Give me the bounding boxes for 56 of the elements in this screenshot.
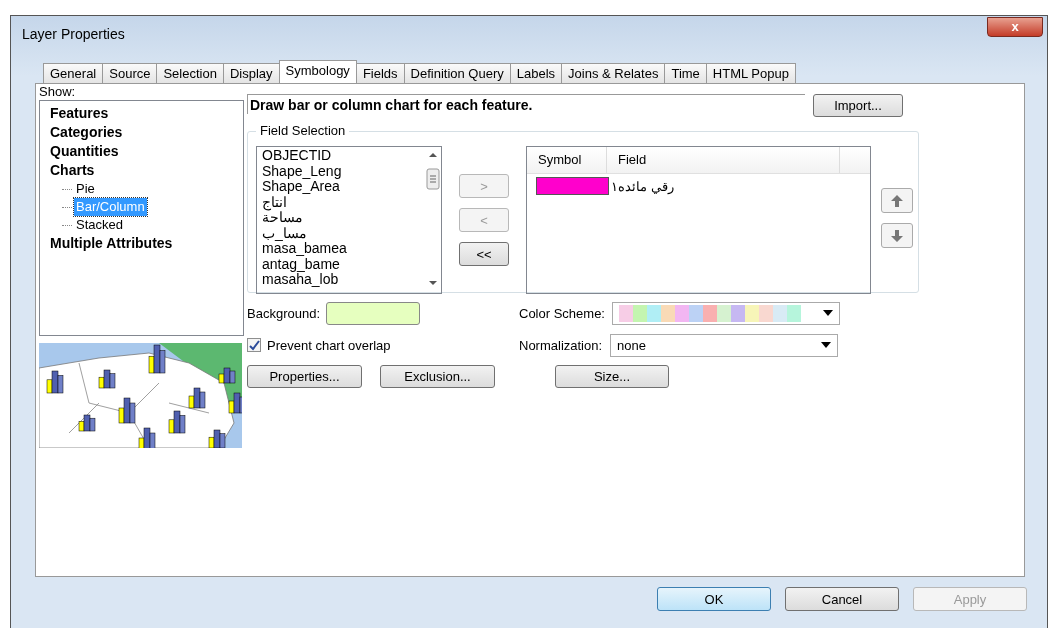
field-item[interactable]: Shape_Area <box>262 179 425 195</box>
background-color-button[interactable] <box>326 301 420 325</box>
tab[interactable]: Definition Query <box>403 63 511 83</box>
show-label: Show: <box>39 84 77 100</box>
table-cell-text: رقي مائده١ <box>610 178 674 194</box>
description-text: Draw bar or column chart for each feature. <box>247 94 805 114</box>
field-item[interactable]: Shape_Leng <box>262 163 425 179</box>
dialog-button[interactable]: Cancel <box>785 587 899 611</box>
color-scheme-label: Color Scheme: <box>519 305 605 321</box>
tree-item[interactable]: Pie <box>74 180 97 198</box>
group-title: Field Selection <box>256 123 350 138</box>
caret-icon <box>821 342 832 348</box>
checkbox[interactable] <box>247 338 261 352</box>
caret-icon <box>823 310 833 316</box>
dialog-button[interactable]: OK <box>657 587 771 611</box>
tree-item[interactable]: Charts <box>50 161 95 180</box>
background-label: Background: <box>247 305 320 321</box>
field-item[interactable]: انتاج <box>262 194 425 210</box>
tree-item[interactable]: Multiple Attributes <box>50 234 173 253</box>
tab[interactable]: Joins & Relates <box>561 63 666 83</box>
action-button[interactable]: Exclusion... <box>380 365 495 388</box>
symbol-swatch[interactable] <box>536 177 609 195</box>
tab[interactable]: Source <box>102 63 158 83</box>
tab[interactable]: HTML Popup <box>705 63 796 83</box>
column-header[interactable]: Field <box>607 147 840 173</box>
action-button[interactable]: Properties... <box>247 365 362 388</box>
normalization-label: Normalization: <box>519 337 603 353</box>
tree-item[interactable]: Features <box>50 104 109 123</box>
window-title: Layer Properties <box>22 26 125 42</box>
move-field-button[interactable]: << <box>459 242 509 266</box>
color-scheme-dropdown[interactable] <box>612 301 840 325</box>
checkbox-label: Prevent chart overlap <box>267 337 391 353</box>
field-item[interactable]: مسا_ب <box>262 225 425 241</box>
move-down-button[interactable] <box>881 223 913 248</box>
field-item[interactable]: masa_bamea <box>262 241 425 257</box>
down-arrow-icon <box>890 228 904 243</box>
tab[interactable]: Fields <box>355 63 405 83</box>
field-item[interactable]: masaha_lob <box>262 272 425 288</box>
tree-item[interactable]: Categories <box>50 123 123 142</box>
tab[interactable]: Display <box>222 63 280 83</box>
field-item[interactable]: antag_bame <box>262 256 425 272</box>
field-item[interactable]: مساحة <box>262 210 425 226</box>
column-header[interactable]: Symbol <box>527 147 607 173</box>
tab[interactable]: Symbology <box>278 60 357 83</box>
tab[interactable]: General <box>43 63 104 83</box>
tab[interactable]: Time <box>664 63 707 83</box>
action-button[interactable]: Size... <box>555 365 669 388</box>
move-up-button[interactable] <box>881 188 913 213</box>
import-button[interactable]: Import... <box>813 94 903 117</box>
field-item[interactable]: OBJECTID <box>262 148 425 164</box>
tree-item[interactable]: Quantities <box>50 142 119 161</box>
normalization-dropdown[interactable]: none <box>610 333 839 357</box>
tree-item[interactable]: Stacked <box>74 216 125 234</box>
tab[interactable]: Labels <box>509 63 563 83</box>
up-arrow-icon <box>890 193 904 208</box>
tab[interactable]: Selection <box>156 63 224 83</box>
